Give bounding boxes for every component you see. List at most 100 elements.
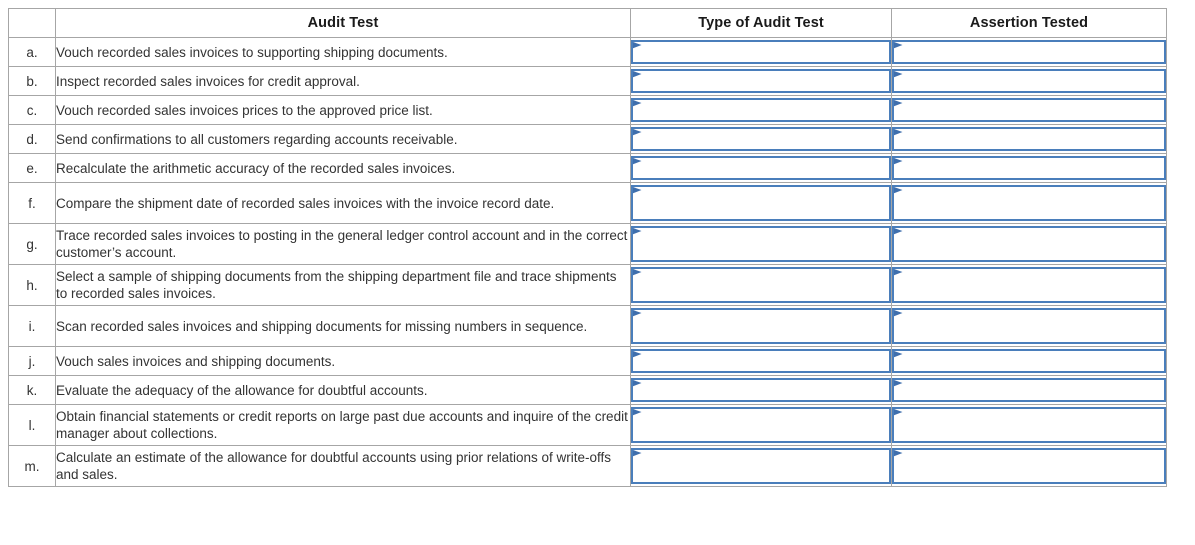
type-of-audit-test-dropdown[interactable] <box>631 448 891 484</box>
type-of-audit-test-dropdown[interactable] <box>631 226 891 262</box>
audit-test-description: Select a sample of shipping documents fr… <box>55 264 631 306</box>
assertion-tested-dropdown[interactable] <box>892 308 1166 344</box>
dropdown-flag-icon <box>633 351 642 360</box>
audit-test-description: Vouch recorded sales invoices prices to … <box>55 95 631 125</box>
type-of-audit-test-dropdown[interactable] <box>631 69 891 93</box>
dropdown-flag-icon <box>894 71 903 80</box>
assertion-tested-dropdown-cell[interactable] <box>891 305 1167 347</box>
type-of-audit-test-dropdown-cell[interactable] <box>630 264 892 306</box>
type-of-audit-test-dropdown-cell[interactable] <box>630 37 892 67</box>
column-header-type-of-audit-test: Type of Audit Test <box>630 8 892 38</box>
type-of-audit-test-dropdown-cell[interactable] <box>630 375 892 405</box>
assertion-tested-dropdown[interactable] <box>892 185 1166 221</box>
audit-test-description: Calculate an estimate of the allowance f… <box>55 445 631 487</box>
assertion-tested-dropdown-cell[interactable] <box>891 66 1167 96</box>
row-letter: e. <box>8 153 56 183</box>
assertion-tested-dropdown-cell[interactable] <box>891 264 1167 306</box>
header-row: Audit Test Type of Audit Test Assertion … <box>8 8 1167 38</box>
assertion-tested-dropdown[interactable] <box>892 378 1166 402</box>
table-row: e. Recalculate the arithmetic accuracy of… <box>8 153 1167 183</box>
assertion-tested-dropdown-cell[interactable] <box>891 375 1167 405</box>
type-of-audit-test-dropdown[interactable] <box>631 98 891 122</box>
type-of-audit-test-dropdown-cell[interactable] <box>630 445 892 487</box>
type-of-audit-test-dropdown-cell[interactable] <box>630 346 892 376</box>
assertion-tested-dropdown-cell[interactable] <box>891 153 1167 183</box>
dropdown-flag-icon <box>633 409 642 418</box>
assertion-tested-dropdown-cell[interactable] <box>891 404 1167 446</box>
dropdown-flag-icon <box>633 380 642 389</box>
assertion-tested-dropdown[interactable] <box>892 98 1166 122</box>
assertion-tested-dropdown-cell[interactable] <box>891 95 1167 125</box>
type-of-audit-test-dropdown[interactable] <box>631 267 891 303</box>
dropdown-flag-icon <box>633 269 642 278</box>
row-letter: k. <box>8 375 56 405</box>
assertion-tested-dropdown[interactable] <box>892 156 1166 180</box>
type-of-audit-test-dropdown-cell[interactable] <box>630 305 892 347</box>
table-row: i. Scan recorded sales invoices and shipp… <box>8 305 1167 347</box>
assertion-tested-dropdown-cell[interactable] <box>891 182 1167 224</box>
dropdown-flag-icon <box>633 71 642 80</box>
row-letter: i. <box>8 305 56 347</box>
table-row: b. Inspect recorded sales invoices for cr… <box>8 66 1167 96</box>
audit-test-description: Trace recorded sales invoices to posting… <box>55 223 631 265</box>
type-of-audit-test-dropdown[interactable] <box>631 127 891 151</box>
audit-test-description: Recalculate the arithmetic accuracy of t… <box>55 153 631 183</box>
assertion-tested-dropdown-cell[interactable] <box>891 37 1167 67</box>
audit-test-description: Evaluate the adequacy of the allowance f… <box>55 375 631 405</box>
audit-test-description: Send confirmations to all customers rega… <box>55 124 631 154</box>
assertion-tested-dropdown[interactable] <box>892 40 1166 64</box>
audit-test-matching-table: Audit Test Type of Audit Test Assertion … <box>8 8 1167 487</box>
audit-test-description: Vouch recorded sales invoices to support… <box>55 37 631 67</box>
assertion-tested-dropdown[interactable] <box>892 69 1166 93</box>
type-of-audit-test-dropdown[interactable] <box>631 156 891 180</box>
row-letter: b. <box>8 66 56 96</box>
type-of-audit-test-dropdown[interactable] <box>631 407 891 443</box>
table-body: a. Vouch recorded sales invoices to suppo… <box>8 37 1167 487</box>
type-of-audit-test-dropdown-cell[interactable] <box>630 95 892 125</box>
type-of-audit-test-dropdown[interactable] <box>631 308 891 344</box>
assertion-tested-dropdown[interactable] <box>892 448 1166 484</box>
audit-test-description: Scan recorded sales invoices and shippin… <box>55 305 631 347</box>
assertion-tested-dropdown-cell[interactable] <box>891 346 1167 376</box>
type-of-audit-test-dropdown-cell[interactable] <box>630 182 892 224</box>
dropdown-flag-icon <box>894 158 903 167</box>
column-header-assertion-tested: Assertion Tested <box>891 8 1167 38</box>
type-of-audit-test-dropdown-cell[interactable] <box>630 404 892 446</box>
assertion-tested-dropdown[interactable] <box>892 226 1166 262</box>
dropdown-flag-icon <box>894 187 903 196</box>
dropdown-flag-icon <box>894 42 903 51</box>
type-of-audit-test-dropdown[interactable] <box>631 349 891 373</box>
dropdown-flag-icon <box>633 158 642 167</box>
audit-test-description: Inspect recorded sales invoices for cred… <box>55 66 631 96</box>
type-of-audit-test-dropdown[interactable] <box>631 40 891 64</box>
assertion-tested-dropdown[interactable] <box>892 349 1166 373</box>
type-of-audit-test-dropdown[interactable] <box>631 378 891 402</box>
type-of-audit-test-dropdown-cell[interactable] <box>630 223 892 265</box>
row-letter: f. <box>8 182 56 224</box>
table-row: a. Vouch recorded sales invoices to suppo… <box>8 37 1167 67</box>
audit-test-description: Obtain financial statements or credit re… <box>55 404 631 446</box>
row-letter: l. <box>8 404 56 446</box>
dropdown-flag-icon <box>894 450 903 459</box>
type-of-audit-test-dropdown-cell[interactable] <box>630 124 892 154</box>
row-letter: h. <box>8 264 56 306</box>
type-of-audit-test-dropdown-cell[interactable] <box>630 66 892 96</box>
assertion-tested-dropdown[interactable] <box>892 407 1166 443</box>
row-letter: j. <box>8 346 56 376</box>
dropdown-flag-icon <box>633 187 642 196</box>
table-row: g. Trace recorded sales invoices to posti… <box>8 223 1167 265</box>
column-header-blank <box>8 8 56 38</box>
dropdown-flag-icon <box>894 380 903 389</box>
dropdown-flag-icon <box>633 228 642 237</box>
dropdown-flag-icon <box>894 228 903 237</box>
assertion-tested-dropdown-cell[interactable] <box>891 124 1167 154</box>
row-letter: g. <box>8 223 56 265</box>
type-of-audit-test-dropdown-cell[interactable] <box>630 153 892 183</box>
assertion-tested-dropdown[interactable] <box>892 267 1166 303</box>
table-row: l. Obtain financial statements or credit … <box>8 404 1167 446</box>
assertion-tested-dropdown-cell[interactable] <box>891 223 1167 265</box>
assertion-tested-dropdown[interactable] <box>892 127 1166 151</box>
row-letter: c. <box>8 95 56 125</box>
assertion-tested-dropdown-cell[interactable] <box>891 445 1167 487</box>
type-of-audit-test-dropdown[interactable] <box>631 185 891 221</box>
